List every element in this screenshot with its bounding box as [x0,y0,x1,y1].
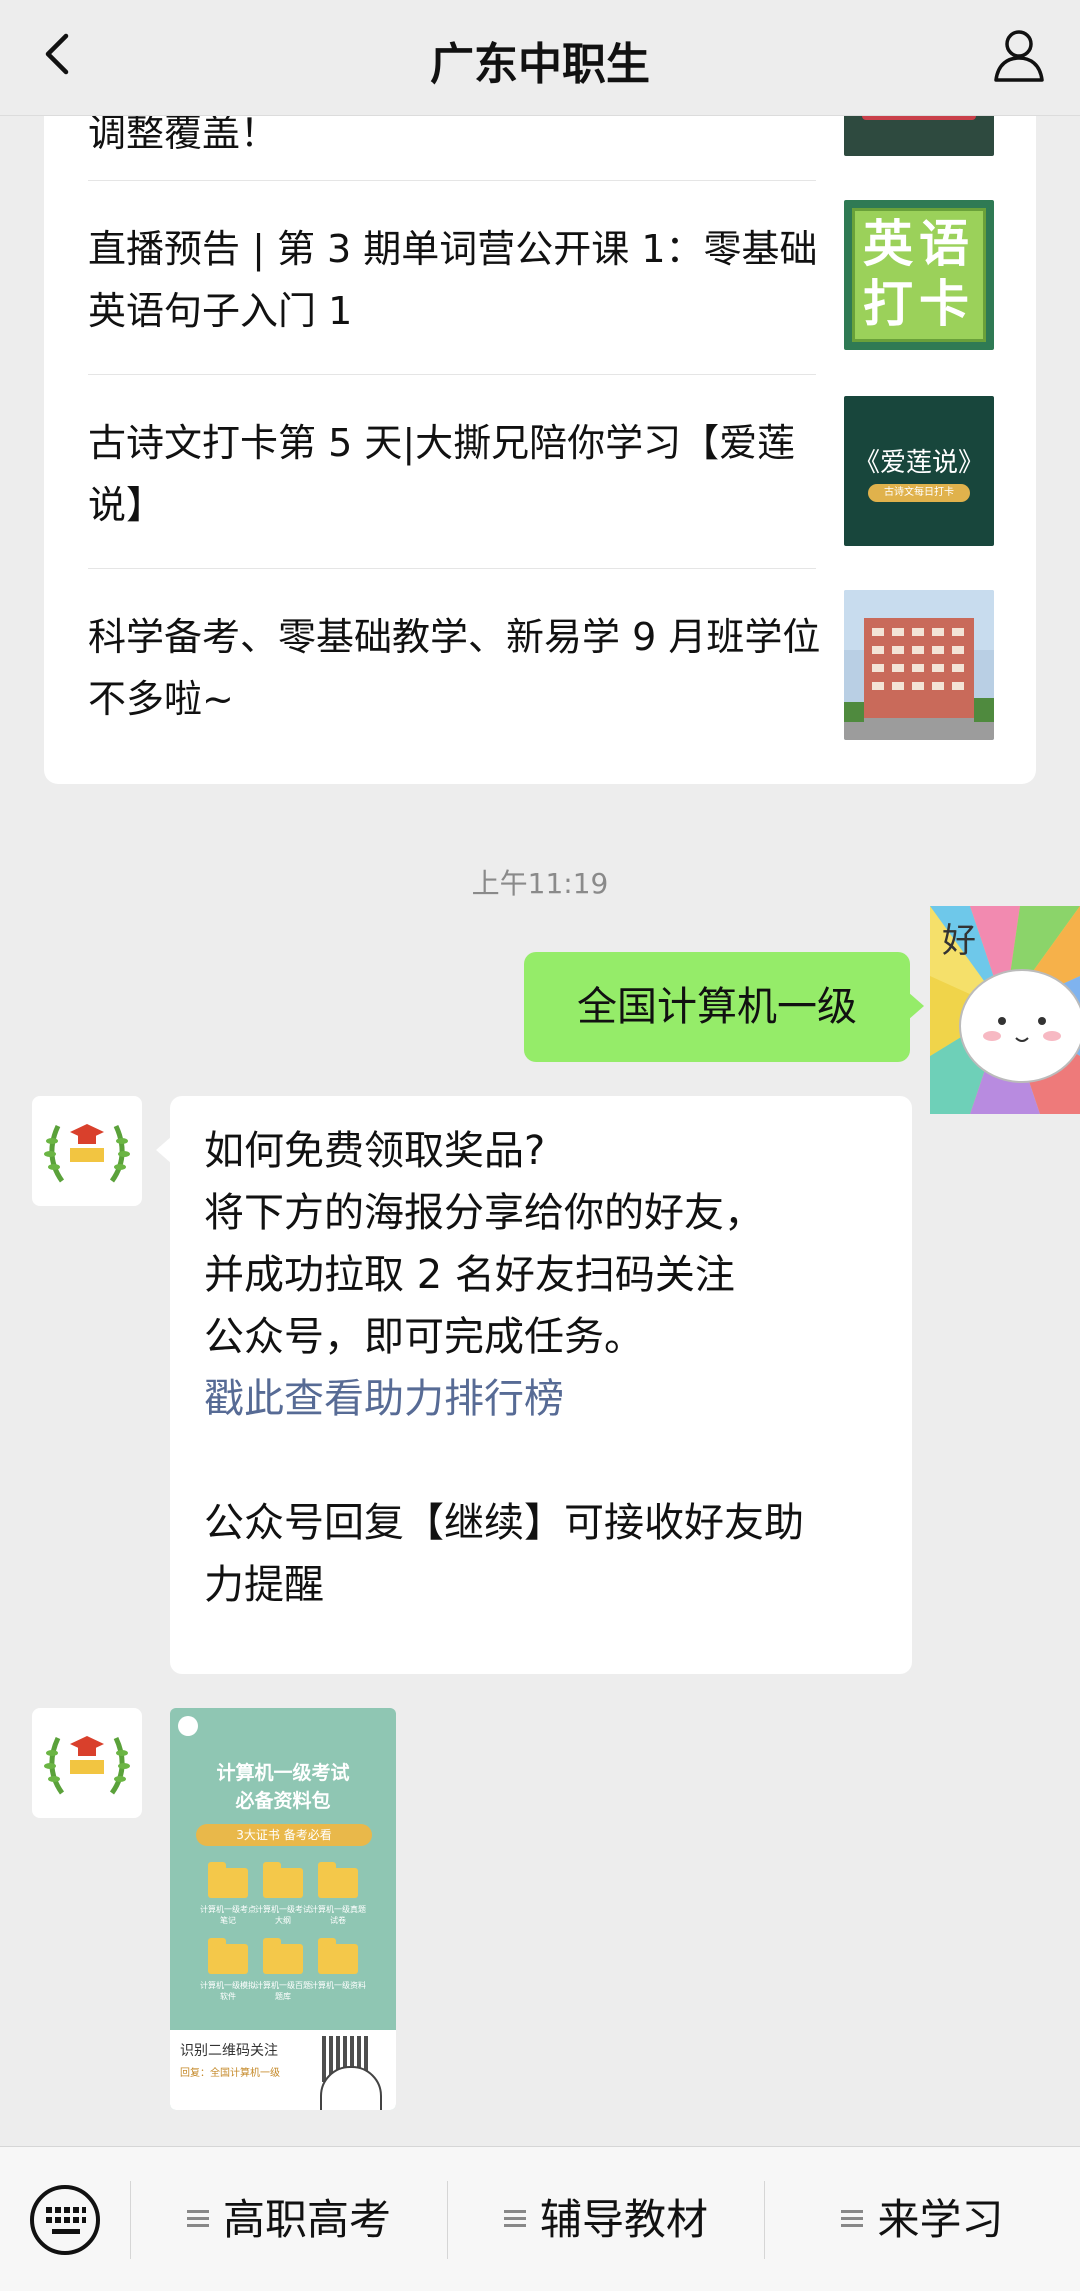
received-message-bubble: 如何免费领取奖品? 将下方的海报分享给你的好友， 并成功拉取 2 名好友扫码关注… [156,1096,912,1674]
menu-item-label: 高职高考 [222,2195,391,2244]
profile-icon[interactable] [986,22,1052,88]
keyboard-icon[interactable] [28,2183,102,2257]
cat-sticker [320,2066,382,2110]
menu-item-vocational-exam[interactable]: 高职高考 [131,2147,447,2291]
thumbnail-subtext: 古诗文每日打卡 [868,484,970,502]
folder-label: 计算机一级百题题库 [255,1981,311,2001]
message-line: 将下方的海报分享给你的好友， [204,1190,764,1236]
folder-icon [263,1938,303,1974]
article-title[interactable]: 古诗文打卡第 5 天|大撕兄陪你学习【爱莲说】 [88,412,848,536]
message-line: 如何免费领取奖品? [204,1128,546,1174]
bottom-menu-bar: 高职高考 辅导教材 来学习 [0,2146,1080,2291]
folder-icon [318,1938,358,1974]
chat-header: 广东中职生 [0,0,1080,116]
article-thumbnail[interactable]: 英语 打卡 [844,200,994,350]
article-title[interactable]: 直播预告 | 第 3 期单词营公开课 1：零基础英语句子入门 1 [88,218,848,342]
message-line: 公众号回复【继续】可接收好友助 [204,1500,804,1546]
article-divider [88,374,816,375]
poster-logo [178,1716,198,1736]
article-thumbnail[interactable] [844,590,994,740]
poster-reply-hint: 回复：全国计算机一级 [180,2068,280,2079]
poster-qr-section: 识别二维码关注 回复：全国计算机一级 [170,2030,396,2110]
chat-title: 广东中职生 [430,39,650,90]
article-list-card: 调整覆盖！ 直播预告 | 第 3 期单词营公开课 1：零基础英语句子入门 1 英… [44,60,1036,784]
message-line: 力提醒 [204,1562,324,1608]
school-building-image [844,590,994,740]
folder-label: 计算机一级考试大纲 [255,1905,311,1925]
article-divider [88,180,816,181]
menu-lines-icon [503,2209,526,2228]
thumbnail-text: 英语 打卡 [863,215,975,333]
laurel-logo-icon [44,1124,130,1183]
message-timestamp: 上午11:19 [471,867,609,900]
poster-banner: 3大证书 备考必看 [196,1824,372,1846]
ranking-link[interactable]: 戳此查看助力排行榜 [204,1368,878,1430]
menu-lines-icon [186,2209,209,2228]
sent-message-bubble[interactable]: 全国计算机一级 [524,952,924,1062]
thumbnail-text: 《爱莲说》 [853,448,984,478]
folder-icon [318,1862,358,1898]
sticker-text: 好 [942,921,976,961]
user-sticker-avatar[interactable]: 好 [930,906,1080,1114]
folder-icon [263,1862,303,1898]
message-line: 公众号，即可完成任务。 [204,1314,644,1360]
laurel-logo-icon [44,1736,130,1795]
menu-item-learn[interactable]: 来学习 [765,2147,1080,2291]
poster-title: 计算机一级考试 [216,1762,350,1784]
folder-label: 计算机一级考点笔记 [200,1905,256,1925]
menu-item-materials[interactable]: 辅导教材 [448,2147,764,2291]
folder-label: 计算机一级模拟软件 [200,1981,256,2001]
folder-label: 计算机一级真题试卷 [310,1905,366,1925]
menu-item-label: 来学习 [877,2195,1004,2244]
poster-scan-text: 识别二维码关注 [180,2043,278,2059]
poster-subtitle: 必备资料包 [235,1790,331,1812]
poster-image-message[interactable]: 计算机一级考试 必备资料包 3大证书 备考必看 计算机一级考点笔记 计算机一级考… [170,1708,396,2110]
article-thumbnail[interactable]: 《爱莲说》 古诗文每日打卡 [844,396,994,546]
article-title[interactable]: 科学备考、零基础教学、新易学 9 月班学位不多啦~ [88,606,848,730]
menu-lines-icon [841,2209,864,2228]
folder-icon [208,1938,248,1974]
folder-label: 计算机一级资料 [310,1981,366,1990]
folder-icon [208,1862,248,1898]
article-divider [88,568,816,569]
official-account-avatar[interactable] [32,1708,142,1818]
menu-item-label: 辅导教材 [539,2195,708,2244]
message-line: 并成功拉取 2 名好友扫码关注 [204,1252,735,1298]
official-account-avatar[interactable] [32,1096,142,1206]
